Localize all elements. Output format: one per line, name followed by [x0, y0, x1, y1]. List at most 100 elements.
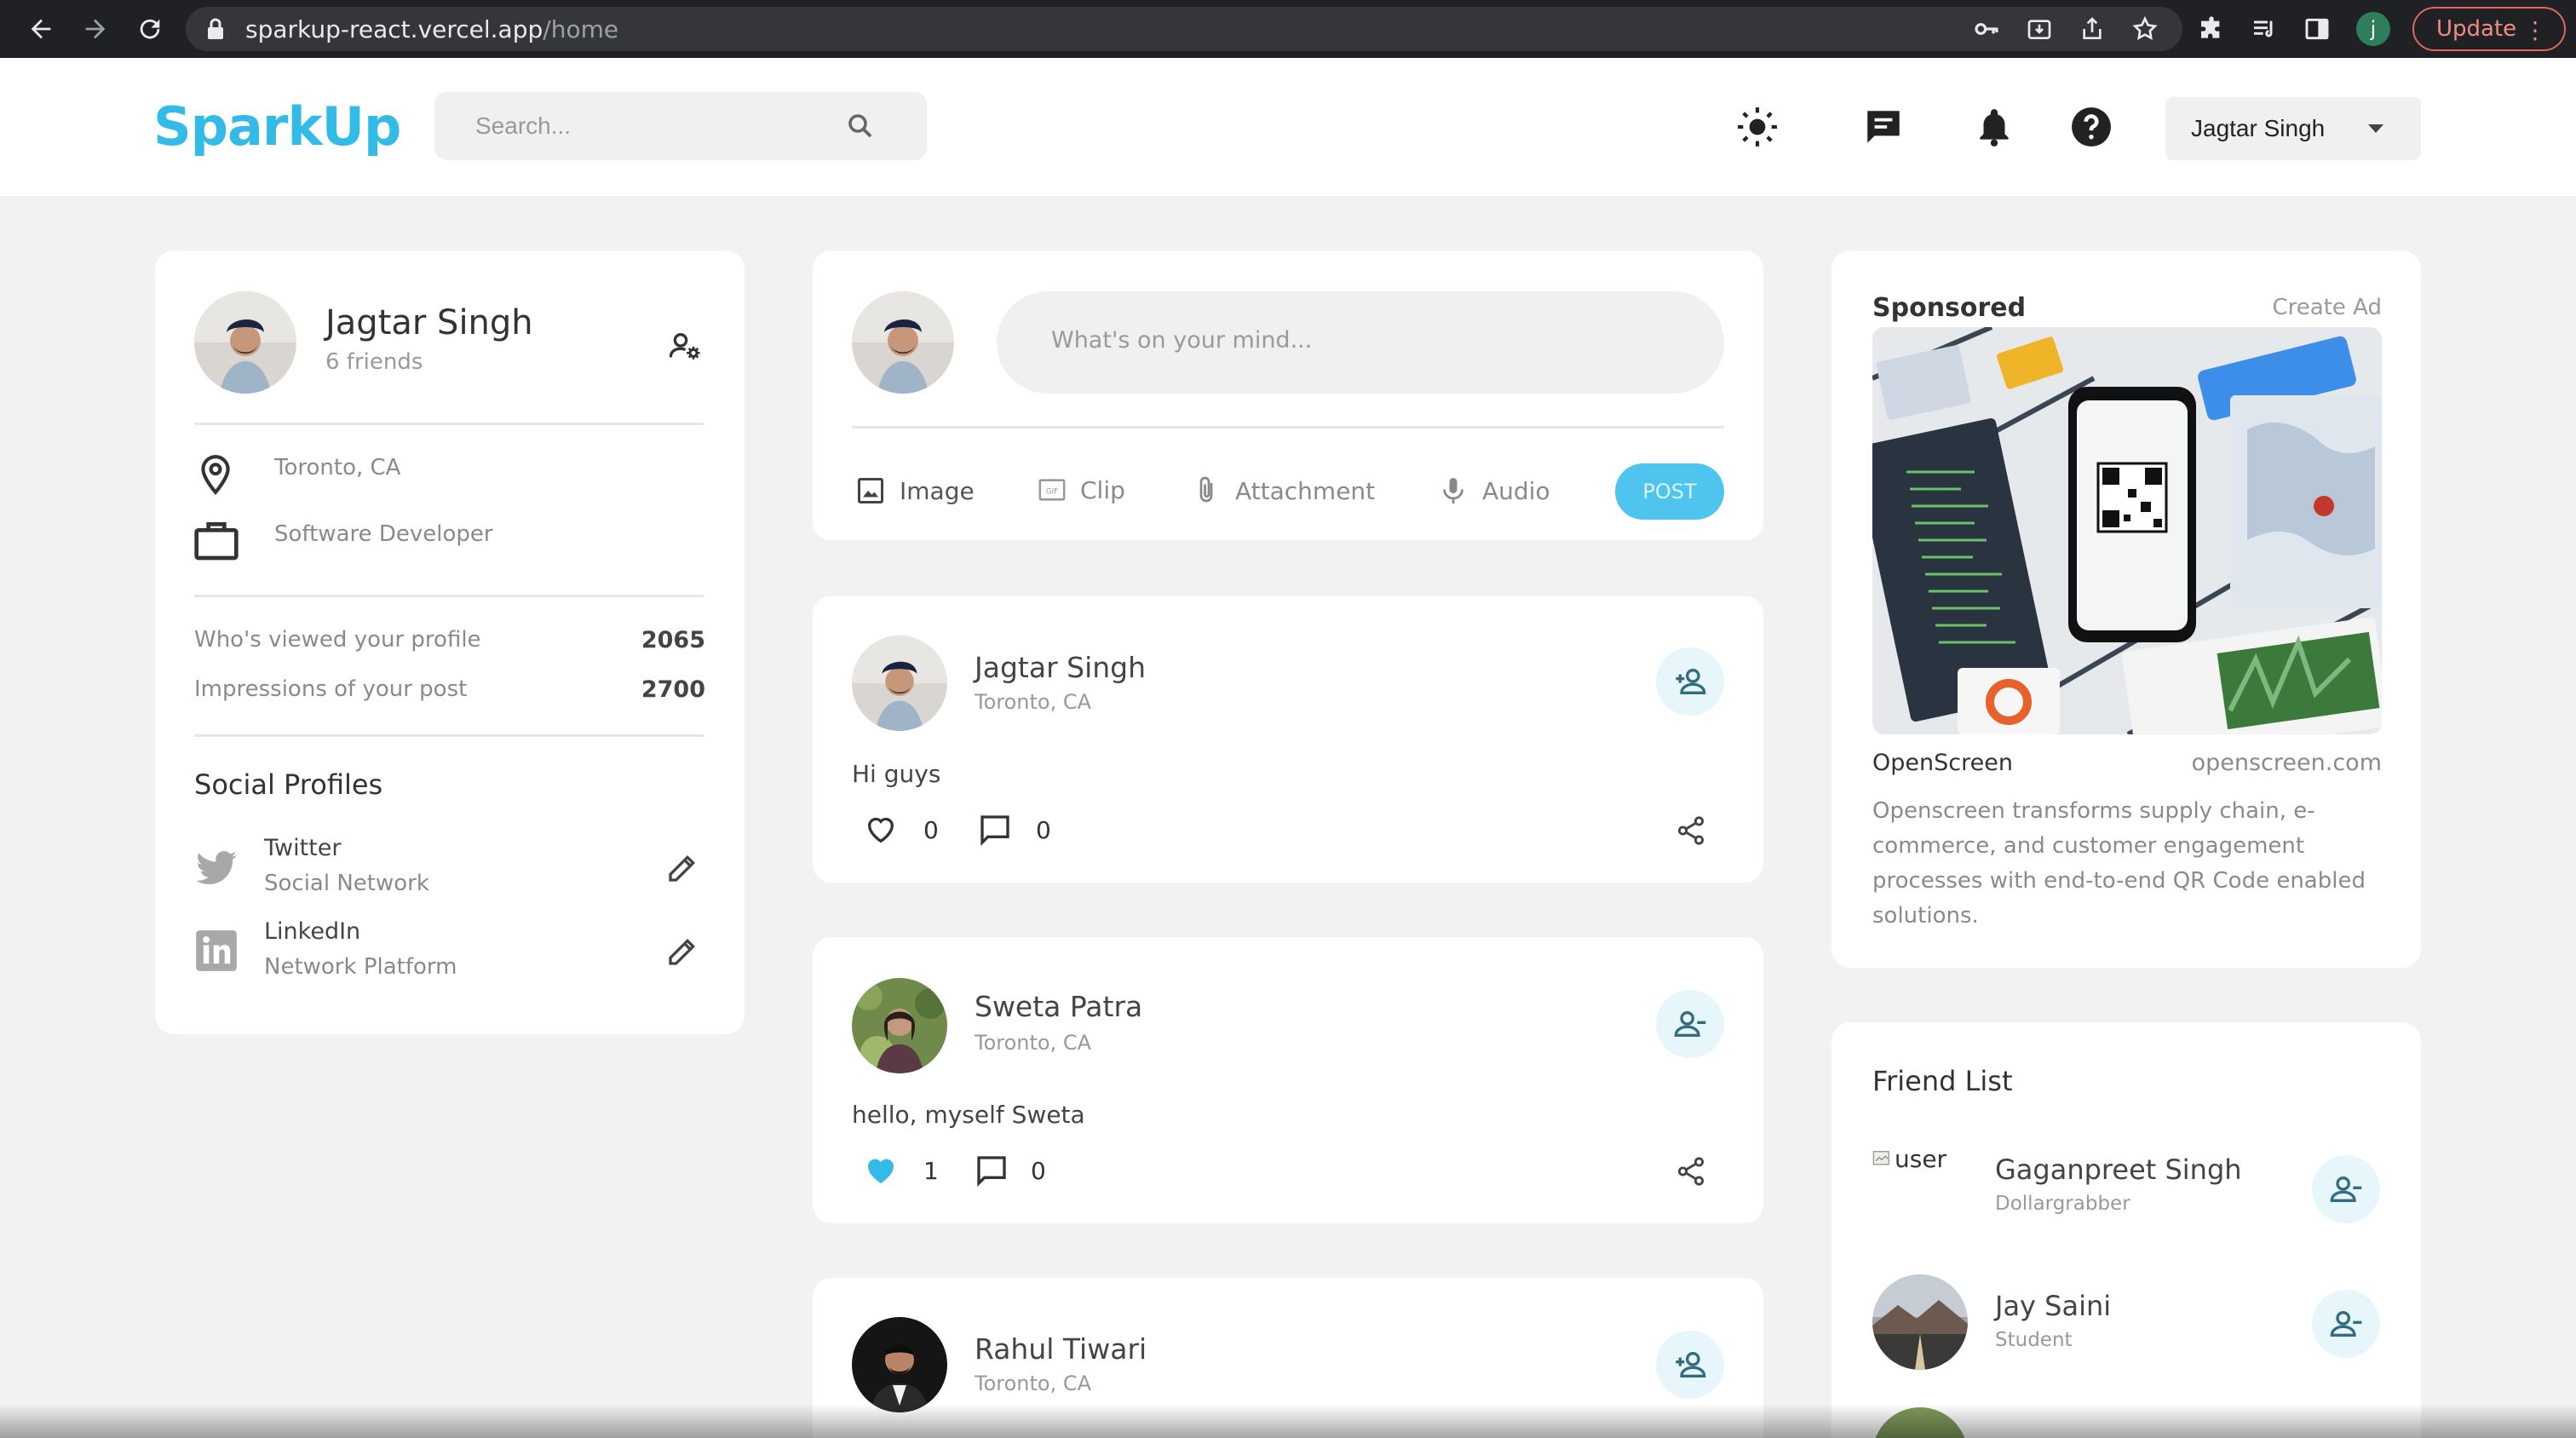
post-author-avatar[interactable] [852, 636, 947, 731]
share-icon[interactable] [1675, 814, 1707, 847]
friend-avatar[interactable] [1872, 1274, 1968, 1370]
extensions-puzzle-icon[interactable] [2198, 15, 2225, 43]
friend-avatar-broken[interactable]: user [1872, 1142, 1968, 1176]
friend-list-title: Friend List [1872, 1065, 2013, 1097]
post-text: hello, myself Sweta [852, 1101, 1085, 1129]
edit-pencil-icon[interactable] [666, 934, 700, 968]
user-menu-label: Jagtar Singh [2191, 115, 2326, 141]
add-friend-button[interactable] [1656, 1331, 1724, 1399]
user-menu-select[interactable]: Jagtar Singh [2165, 97, 2421, 160]
sponsored-description-line: commerce, and customer engagement [1872, 833, 2305, 859]
profile-friends-count: 6 friends [325, 349, 423, 375]
post-author-location: Toronto, CA [975, 690, 1092, 714]
social-twitter-name[interactable]: Twitter [264, 835, 342, 861]
window-bottom-shadow [0, 1404, 2576, 1438]
forward-icon[interactable] [72, 5, 119, 53]
attachment-paperclip-icon [1199, 476, 1213, 503]
share-icon[interactable] [1675, 1155, 1707, 1188]
composer-input[interactable]: What's on your mind... [997, 291, 1724, 394]
divider [194, 734, 704, 737]
sponsored-company[interactable]: OpenScreen [1872, 750, 2013, 776]
composer-audio-label: Audio [1482, 476, 1550, 505]
notifications-bell-icon[interactable] [1973, 106, 2015, 148]
sponsored-ad-image[interactable] [1872, 327, 2382, 734]
divider [194, 595, 704, 597]
profile-avatar[interactable] [194, 291, 296, 394]
message-icon[interactable] [1862, 106, 1905, 148]
social-linkedin-name[interactable]: LinkedIn [264, 918, 360, 945]
post-author-location: Toronto, CA [975, 1031, 1092, 1055]
composer-clip-button[interactable]: GIF Clip [1038, 475, 1125, 504]
post-author-name[interactable]: Rahul Tiwari [975, 1332, 1147, 1366]
edit-pencil-icon[interactable] [666, 850, 700, 884]
heart-outline-icon[interactable] [864, 813, 898, 847]
back-icon[interactable] [17, 5, 65, 53]
search-icon[interactable] [845, 111, 876, 141]
profile-name[interactable]: Jagtar Singh [325, 303, 533, 342]
sponsored-description-line: solutions. [1872, 903, 1979, 929]
app-logo[interactable]: SparkUp [153, 95, 401, 158]
comment-count: 0 [1031, 1157, 1046, 1185]
reading-list-icon[interactable] [2251, 15, 2278, 43]
browser-profile-avatar[interactable]: j [2356, 12, 2390, 46]
composer-clip-label: Clip [1080, 475, 1125, 504]
light-mode-sun-icon[interactable] [1736, 106, 1779, 148]
profile-views-label: Who's viewed your profile [194, 627, 481, 653]
composer-image-button[interactable]: Image [855, 475, 975, 506]
post-button-label: POST [1642, 480, 1697, 503]
image-icon [858, 478, 883, 503]
remove-friend-button[interactable] [2312, 1155, 2380, 1223]
post-composer: What's on your mind... Image GIF Clip At… [813, 250, 1763, 540]
social-profiles-title: Social Profiles [194, 768, 383, 801]
manage-account-icon[interactable] [668, 329, 702, 363]
post-text: Hi guys [852, 760, 941, 788]
key-icon[interactable] [1973, 15, 2000, 43]
friend-name[interactable]: Gaganpreet Singh [1995, 1153, 2242, 1186]
twitter-icon [196, 851, 237, 884]
composer-avatar [852, 291, 954, 394]
sponsored-title: Sponsored [1872, 293, 2027, 323]
url-path: /home [543, 14, 619, 43]
reload-icon[interactable] [126, 5, 174, 53]
post-card: Jagtar Singh Toronto, CA Hi guys 0 0 [813, 596, 1763, 883]
social-twitter-type: Social Network [264, 871, 429, 896]
like-count: 0 [923, 816, 939, 844]
app-header: SparkUp Jagtar Singh [0, 58, 2576, 196]
heart-filled-icon[interactable] [864, 1153, 898, 1188]
post-author-name[interactable]: Jagtar Singh [975, 651, 1146, 684]
composer-audio-button[interactable]: Audio [1438, 475, 1550, 506]
browser-update-button[interactable]: Update ⋮ [2412, 7, 2566, 51]
add-friend-button[interactable] [1656, 647, 1724, 716]
comment-count: 0 [1036, 816, 1051, 844]
more-vert-icon[interactable]: ⋮ [2523, 15, 2547, 46]
sponsored-website[interactable]: openscreen.com [2192, 750, 2382, 776]
post-author-avatar[interactable] [852, 1317, 947, 1412]
side-panel-icon[interactable] [2303, 15, 2331, 43]
address-bar[interactable]: sparkup-react.vercel.app/home [186, 7, 2182, 51]
help-icon[interactable] [2070, 106, 2113, 148]
search-input[interactable] [434, 92, 826, 160]
friend-name[interactable]: Jay Saini [1995, 1290, 2111, 1322]
broken-image-icon [1872, 1151, 1889, 1165]
friend-list-card: Friend List user Gaganpreet Singh Dollar… [1831, 1022, 2421, 1438]
post-button[interactable]: POST [1615, 463, 1724, 520]
svg-text:GIF: GIF [1046, 487, 1058, 496]
post-author-avatar[interactable] [852, 978, 947, 1073]
post-author-location: Toronto, CA [975, 1372, 1092, 1395]
composer-attachment-button[interactable]: Attachment [1191, 475, 1375, 506]
create-ad-link[interactable]: Create Ad [2273, 295, 2383, 320]
remove-friend-button[interactable] [1656, 990, 1724, 1058]
post-impressions-label: Impressions of your post [194, 676, 468, 702]
friend-avatar-alt-text: user [1895, 1144, 1947, 1173]
profile-views-value: 2065 [641, 627, 705, 653]
install-app-icon[interactable] [2026, 15, 2053, 43]
remove-friend-button[interactable] [2312, 1290, 2380, 1358]
bookmark-star-icon[interactable] [2131, 15, 2159, 43]
comment-icon[interactable] [975, 1153, 1009, 1188]
divider [852, 426, 1724, 429]
share-page-icon[interactable] [2079, 15, 2106, 43]
search-box [434, 92, 927, 160]
profile-card: Jagtar Singh 6 friends Toronto, CA Softw… [155, 250, 745, 1034]
comment-icon[interactable] [978, 813, 1012, 847]
post-author-name[interactable]: Sweta Patra [975, 990, 1142, 1023]
